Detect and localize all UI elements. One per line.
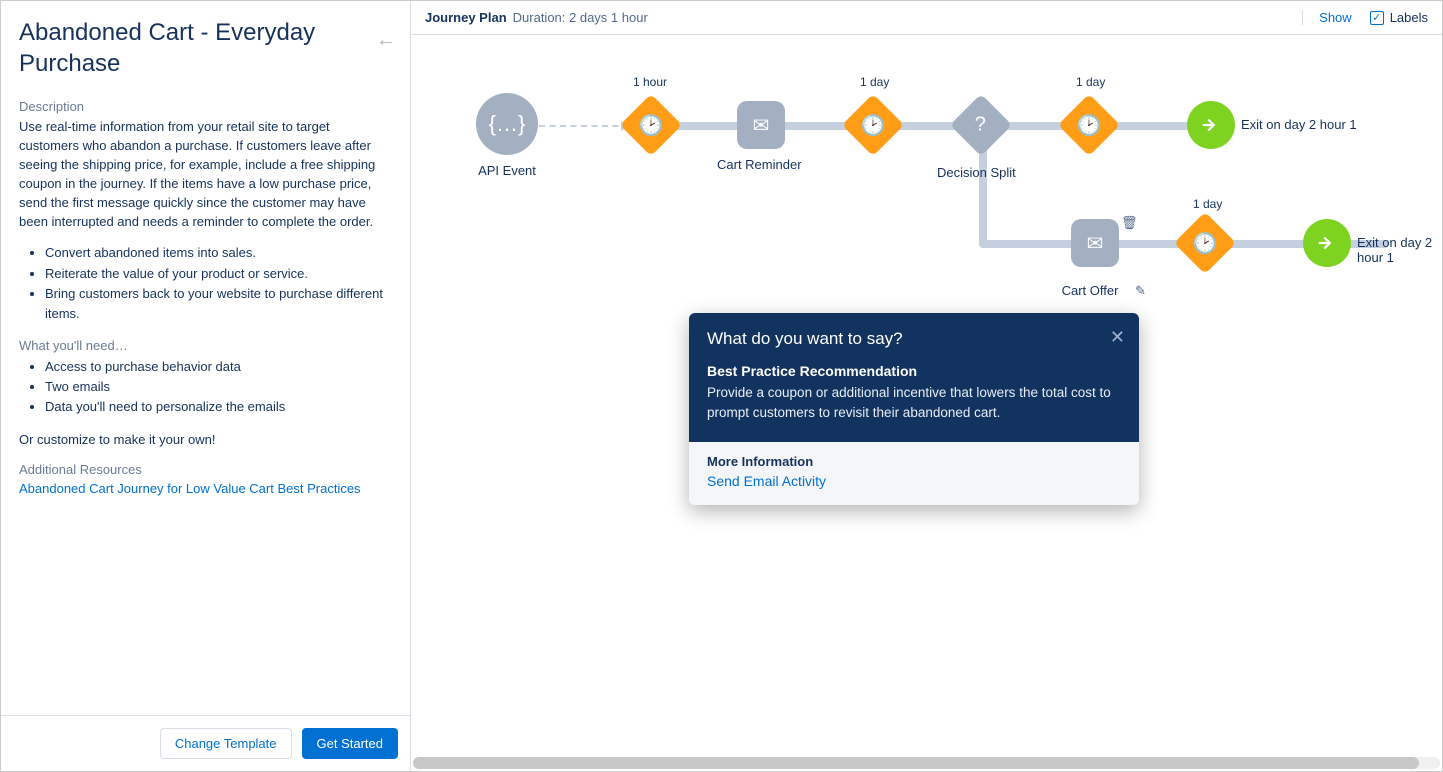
exit-icon [1187,101,1235,149]
description-label: Description [19,99,392,114]
wait-node[interactable]: 🕑 [851,103,895,147]
cart-reminder-node[interactable]: ✉ Cart Reminder [737,101,802,172]
change-template-button[interactable]: Change Template [160,728,292,759]
wait-label: 1 hour [633,75,667,89]
exit-icon [1303,219,1351,267]
api-event-icon: {…} [476,93,538,155]
popover-title: What do you want to say? [707,329,1121,349]
list-item: Reiterate the value of your product or s… [45,264,392,284]
list-item: Two emails [45,377,392,397]
back-arrow-icon[interactable]: ← [376,29,396,52]
send-email-link[interactable]: Send Email Activity [707,473,826,489]
horizontal-scrollbar[interactable] [413,757,1440,769]
canvas-title: Journey Plan [425,10,507,25]
labels-checkbox[interactable]: ✓ Labels [1370,10,1428,25]
show-button[interactable]: Show [1302,10,1352,25]
wait-label: 1 day [1193,197,1222,211]
scrollbar-thumb[interactable] [413,757,1419,769]
need-bullets: Access to purchase behavior data Two ema… [19,357,392,417]
clock-icon: 🕑 [861,113,886,138]
close-icon[interactable]: ✕ [1110,327,1125,348]
decision-split-node[interactable]: ? Decision Split [959,103,1016,180]
sidebar-footer: Change Template Get Started [1,715,410,771]
api-event-label: API Event [476,163,538,178]
list-item: Convert abandoned items into sales. [45,243,392,263]
decision-split-label: Decision Split [937,165,1016,180]
sidebar: ← Abandoned Cart - Everyday Purchase Des… [1,1,411,771]
api-event-node[interactable]: {…} API Event [476,93,538,178]
clock-icon: 🕑 [1077,113,1102,138]
resources-label: Additional Resources [19,462,392,477]
popover: What do you want to say? ✕ Best Practice… [689,313,1139,505]
cart-reminder-label: Cart Reminder [717,157,802,172]
exit-label: Exit on day 2 hour 1 [1357,235,1442,265]
trash-icon[interactable]: 🗑 [1121,215,1138,231]
list-item: Access to purchase behavior data [45,357,392,377]
cart-offer-label: Cart Offer [1061,283,1119,298]
email-icon: ✉ [737,101,785,149]
canvas-header: Journey Plan Duration: 2 days 1 hour Sho… [411,1,1442,35]
journey-canvas[interactable]: 1 hour 1 day 1 day 1 day {…} API Event 🕑… [411,35,1442,771]
clock-icon: 🕑 [1193,231,1218,256]
page-title: Abandoned Cart - Everyday Purchase [19,17,392,79]
popover-subtitle: Best Practice Recommendation [707,363,1121,379]
canvas-area: Journey Plan Duration: 2 days 1 hour Sho… [411,1,1442,771]
cart-offer-node[interactable]: ✉ Cart Offer [1071,219,1119,298]
need-label: What you'll need… [19,338,392,353]
question-icon: ? [975,114,986,137]
labels-checkbox-label: Labels [1390,10,1428,25]
description-text: Use real-time information from your reta… [19,118,392,231]
exit-node[interactable] [1187,101,1235,149]
checkbox-icon: ✓ [1370,11,1384,25]
exit-label: Exit on day 2 hour 1 [1241,117,1357,132]
popover-recommendation: Provide a coupon or additional incentive… [707,383,1121,424]
list-item: Bring customers back to your website to … [45,284,392,324]
wait-node[interactable]: 🕑 [1067,103,1111,147]
more-info-label: More Information [707,454,1121,469]
list-item: Data you'll need to personalize the emai… [45,397,392,417]
wait-node[interactable]: 🕑 [629,103,673,147]
wait-label: 1 day [860,75,889,89]
edit-icon[interactable]: ✎ [1135,283,1146,299]
connector [539,125,629,127]
clock-icon: 🕑 [639,113,664,138]
get-started-button[interactable]: Get Started [302,728,398,759]
description-bullets: Convert abandoned items into sales. Reit… [19,243,392,324]
resources-link[interactable]: Abandoned Cart Journey for Low Value Car… [19,481,361,496]
wait-label: 1 day [1076,75,1105,89]
canvas-duration: Duration: 2 days 1 hour [513,10,648,25]
exit-node[interactable] [1303,219,1351,267]
email-icon: ✉ [1071,219,1119,267]
customize-text: Or customize to make it your own! [19,431,392,450]
wait-node[interactable]: 🕑 [1183,221,1227,265]
